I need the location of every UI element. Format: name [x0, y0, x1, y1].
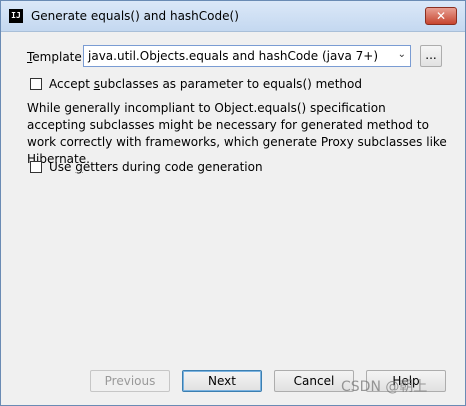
next-button[interactable]: Next	[182, 370, 262, 392]
accept-subclasses-label-post: ubclasses as parameter to equals() metho…	[99, 77, 362, 91]
accept-subclasses-checkbox[interactable]	[30, 78, 42, 90]
dialog-title: Generate equals() and hashCode()	[31, 9, 239, 23]
template-dropdown-value: java.util.Objects.equals and hashCode (j…	[88, 49, 379, 63]
title-bar[interactable]: IJ Generate equals() and hashCode() ✕	[1, 1, 465, 32]
use-getters-checkbox[interactable]	[30, 161, 42, 173]
template-label-text: emplate:	[32, 50, 86, 64]
subclasses-description: While generally incompliant to Object.eq…	[27, 101, 447, 166]
accept-subclasses-label-pre: Accept	[49, 77, 94, 91]
use-getters-label-mnemonic: g	[75, 160, 83, 174]
use-getters-label-post: etters during code generation	[82, 160, 263, 174]
csdn-watermark: CSDN @朝上	[341, 379, 428, 395]
use-getters-option[interactable]: Use getters during code generation	[30, 160, 263, 174]
browse-templates-button[interactable]: ...	[420, 45, 442, 67]
generate-equals-dialog: IJ Generate equals() and hashCode() ✕ Te…	[0, 0, 466, 406]
close-button[interactable]: ✕	[425, 7, 457, 25]
template-dropdown[interactable]: java.util.Objects.equals and hashCode (j…	[83, 45, 411, 67]
close-icon: ✕	[435, 9, 447, 23]
use-getters-label-pre: Use	[49, 160, 76, 174]
intellij-app-icon: IJ	[9, 9, 23, 23]
chevron-down-icon: ⌄	[397, 49, 406, 60]
previous-button[interactable]: Previous	[90, 370, 170, 392]
dialog-content: Template: java.util.Objects.equals and h…	[1, 32, 465, 405]
template-label: Template:	[27, 50, 86, 64]
accept-subclasses-option[interactable]: Accept subclasses as parameter to equals…	[30, 77, 362, 91]
